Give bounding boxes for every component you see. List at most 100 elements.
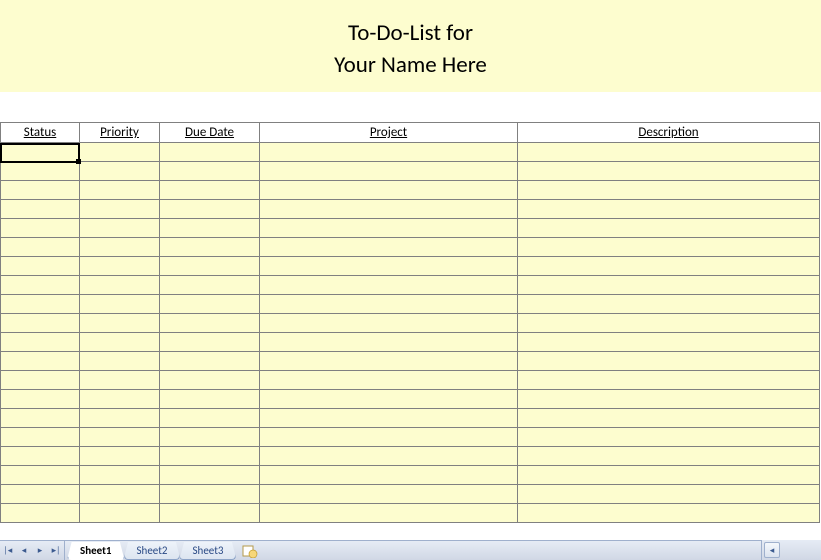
cell-status[interactable]	[0, 295, 80, 314]
cell-description[interactable]	[518, 219, 820, 238]
horizontal-scroll-area[interactable]: ◂	[761, 540, 821, 560]
cell-description[interactable]	[518, 409, 820, 428]
cell-status[interactable]	[0, 485, 80, 504]
cell-project[interactable]	[260, 143, 518, 162]
cell-priority[interactable]	[80, 162, 160, 181]
cell-priority[interactable]	[80, 181, 160, 200]
title-line-1[interactable]: To-Do-List for	[348, 17, 473, 49]
cell-description[interactable]	[518, 200, 820, 219]
cell-status[interactable]	[0, 447, 80, 466]
col-header-project[interactable]: Project	[260, 122, 518, 143]
cell-project[interactable]	[260, 295, 518, 314]
cell-duedate[interactable]	[160, 504, 260, 523]
sheet-tab[interactable]: Sheet3	[179, 542, 236, 560]
cell-project[interactable]	[260, 352, 518, 371]
sheet-tab[interactable]: Sheet2	[124, 542, 181, 560]
cell-priority[interactable]	[80, 219, 160, 238]
cell-duedate[interactable]	[160, 447, 260, 466]
cell-description[interactable]	[518, 352, 820, 371]
tab-nav-first-icon[interactable]: |◂	[0, 541, 16, 560]
cell-priority[interactable]	[80, 295, 160, 314]
cell-description[interactable]	[518, 181, 820, 200]
cell-project[interactable]	[260, 333, 518, 352]
cell-status[interactable]	[0, 333, 80, 352]
cell-priority[interactable]	[80, 200, 160, 219]
cell-duedate[interactable]	[160, 200, 260, 219]
cell-status[interactable]	[0, 276, 80, 295]
cell-duedate[interactable]	[160, 333, 260, 352]
cell-project[interactable]	[260, 276, 518, 295]
cell-priority[interactable]	[80, 390, 160, 409]
cell-priority[interactable]	[80, 485, 160, 504]
cell-description[interactable]	[518, 485, 820, 504]
cell-status[interactable]	[0, 257, 80, 276]
cell-priority[interactable]	[80, 466, 160, 485]
cell-priority[interactable]	[80, 257, 160, 276]
cell-description[interactable]	[518, 276, 820, 295]
cell-duedate[interactable]	[160, 409, 260, 428]
cell-duedate[interactable]	[160, 257, 260, 276]
cell-description[interactable]	[518, 504, 820, 523]
cell-priority[interactable]	[80, 352, 160, 371]
cell-status[interactable]	[0, 371, 80, 390]
cell-project[interactable]	[260, 447, 518, 466]
hscroll-left-icon[interactable]: ◂	[764, 542, 780, 558]
cell-duedate[interactable]	[160, 390, 260, 409]
cell-project[interactable]	[260, 200, 518, 219]
tab-nav-last-icon[interactable]: ▸|	[48, 541, 64, 560]
insert-worksheet-icon[interactable]	[241, 543, 259, 559]
cell-priority[interactable]	[80, 371, 160, 390]
cell-priority[interactable]	[80, 428, 160, 447]
cell-description[interactable]	[518, 314, 820, 333]
cell-duedate[interactable]	[160, 276, 260, 295]
cell-project[interactable]	[260, 162, 518, 181]
sheet-tab[interactable]: Sheet1	[67, 542, 125, 560]
cell-description[interactable]	[518, 428, 820, 447]
cell-priority[interactable]	[80, 333, 160, 352]
cell-project[interactable]	[260, 257, 518, 276]
cell-description[interactable]	[518, 447, 820, 466]
cell-description[interactable]	[518, 333, 820, 352]
cell-priority[interactable]	[80, 409, 160, 428]
cell-status[interactable]	[0, 238, 80, 257]
cell-project[interactable]	[260, 485, 518, 504]
cell-project[interactable]	[260, 390, 518, 409]
cell-description[interactable]	[518, 257, 820, 276]
cell-duedate[interactable]	[160, 371, 260, 390]
col-header-priority[interactable]: Priority	[80, 122, 160, 143]
cell-priority[interactable]	[80, 314, 160, 333]
cell-description[interactable]	[518, 238, 820, 257]
cell-project[interactable]	[260, 181, 518, 200]
cell-duedate[interactable]	[160, 181, 260, 200]
cell-project[interactable]	[260, 504, 518, 523]
cell-description[interactable]	[518, 143, 820, 162]
cell-status[interactable]	[0, 143, 80, 162]
col-header-status[interactable]: Status	[0, 122, 80, 143]
cell-status[interactable]	[0, 352, 80, 371]
cell-duedate[interactable]	[160, 314, 260, 333]
cell-project[interactable]	[260, 314, 518, 333]
col-header-description[interactable]: Description	[518, 122, 820, 143]
cell-priority[interactable]	[80, 143, 160, 162]
cell-duedate[interactable]	[160, 143, 260, 162]
cell-duedate[interactable]	[160, 162, 260, 181]
cell-duedate[interactable]	[160, 238, 260, 257]
cell-description[interactable]	[518, 390, 820, 409]
cell-status[interactable]	[0, 504, 80, 523]
cell-status[interactable]	[0, 181, 80, 200]
cell-description[interactable]	[518, 371, 820, 390]
cell-status[interactable]	[0, 390, 80, 409]
cell-status[interactable]	[0, 466, 80, 485]
cell-project[interactable]	[260, 428, 518, 447]
cell-status[interactable]	[0, 200, 80, 219]
cell-status[interactable]	[0, 162, 80, 181]
cell-description[interactable]	[518, 295, 820, 314]
cell-duedate[interactable]	[160, 219, 260, 238]
cell-priority[interactable]	[80, 447, 160, 466]
cell-project[interactable]	[260, 466, 518, 485]
cell-project[interactable]	[260, 371, 518, 390]
cell-project[interactable]	[260, 238, 518, 257]
cell-status[interactable]	[0, 428, 80, 447]
cell-description[interactable]	[518, 162, 820, 181]
cell-duedate[interactable]	[160, 485, 260, 504]
